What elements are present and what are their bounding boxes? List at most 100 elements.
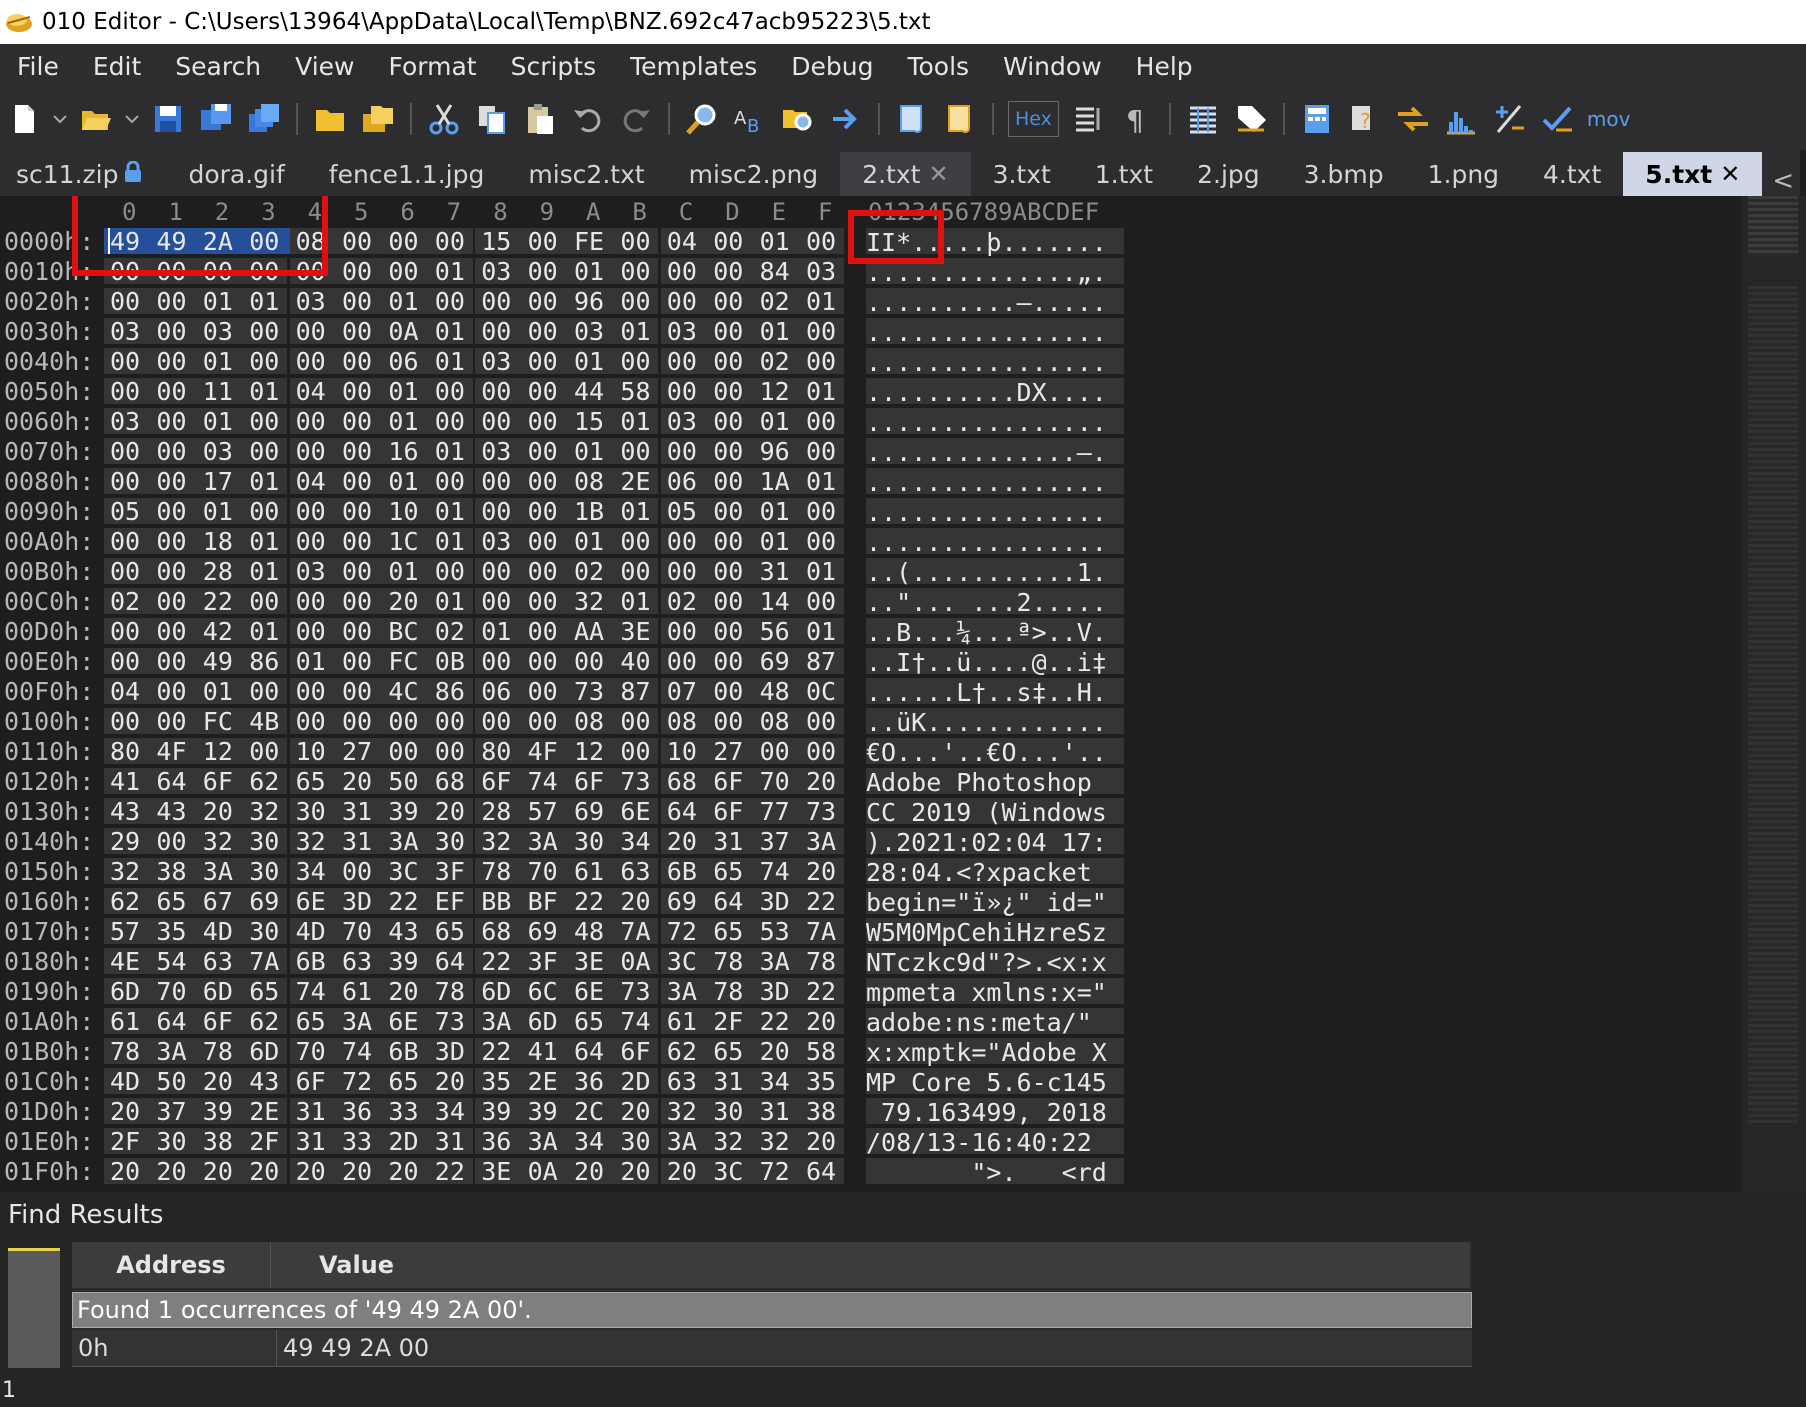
hex-byte[interactable]: 30 bbox=[435, 827, 465, 856]
hex-byte[interactable]: 3E bbox=[620, 617, 650, 646]
hex-byte[interactable]: 20 bbox=[760, 1037, 790, 1066]
hex-byte[interactable]: 61 bbox=[110, 1007, 140, 1036]
hex-byte[interactable]: 00 bbox=[156, 497, 186, 526]
hex-byte[interactable]: 00 bbox=[110, 377, 140, 406]
hex-byte[interactable]: 01 bbox=[296, 647, 326, 676]
minimap[interactable] bbox=[1742, 196, 1806, 1192]
hex-byte[interactable]: 22 bbox=[435, 1157, 465, 1186]
hex-byte[interactable]: 53 bbox=[760, 917, 790, 946]
hex-byte[interactable]: 30 bbox=[713, 1097, 743, 1126]
hex-byte[interactable]: 00 bbox=[435, 227, 465, 256]
ascii-text[interactable]: MP Core 5.6-c145 bbox=[866, 1068, 1124, 1097]
hex-row[interactable]: 0190h: 6D 70 6D 65 74 61 20 78 6D 6C 6E 73 3A 78 3D 22 mp… bbox=[0, 976, 1742, 1007]
hex-byte[interactable]: 01 bbox=[481, 617, 511, 646]
hex-byte[interactable]: 73 bbox=[574, 677, 604, 706]
hex-row[interactable]: 0030h: 03 00 03 00 00 00 0A 01 00 00 03 01 03 00 01 00..… bbox=[0, 316, 1742, 347]
hex-byte[interactable]: 35 bbox=[156, 917, 186, 946]
hex-byte[interactable]: 00 bbox=[667, 377, 697, 406]
hex-byte[interactable]: 3A bbox=[528, 827, 558, 856]
hex-byte[interactable]: 20 bbox=[620, 887, 650, 916]
hex-byte[interactable]: 7A bbox=[249, 947, 279, 976]
hex-byte[interactable]: 73 bbox=[620, 767, 650, 796]
close-icon[interactable]: ✕ bbox=[928, 160, 948, 188]
hex-byte[interactable]: 03 bbox=[481, 347, 511, 376]
hex-byte[interactable]: 06 bbox=[388, 347, 418, 376]
hex-byte[interactable]: 01 bbox=[760, 227, 790, 256]
hex-byte[interactable]: 70 bbox=[760, 767, 790, 796]
hex-byte[interactable]: 32 bbox=[296, 827, 326, 856]
hex-byte[interactable]: 02 bbox=[667, 587, 697, 616]
hex-byte[interactable]: 00 bbox=[342, 617, 372, 646]
hex-row[interactable]: 0170h: 57 35 4D 30 4D 70 43 65 68 69 48 7A 72 65 53 7A W5… bbox=[0, 916, 1742, 947]
hex-byte[interactable]: 00 bbox=[713, 677, 743, 706]
hex-byte[interactable]: 00 bbox=[342, 707, 372, 736]
hex-byte[interactable]: 7A bbox=[620, 917, 650, 946]
hex-byte[interactable]: 00 bbox=[296, 527, 326, 556]
hex-byte[interactable]: 6F bbox=[574, 767, 604, 796]
hex-byte[interactable]: 20 bbox=[806, 1007, 836, 1036]
hex-byte[interactable]: 3A bbox=[528, 1127, 558, 1156]
hex-byte[interactable]: 01 bbox=[388, 287, 418, 316]
hex-byte[interactable]: 20 bbox=[342, 1157, 372, 1186]
hex-byte[interactable]: 08 bbox=[574, 707, 604, 736]
hex-byte[interactable]: 28 bbox=[481, 797, 511, 826]
hex-mode-button[interactable]: Hex bbox=[1008, 101, 1059, 137]
hex-byte[interactable]: 69 bbox=[574, 797, 604, 826]
hex-row[interactable]: 00A0h: 00 00 18 01 00 00 1C 01 03 00 01 00 00 00 01 00..… bbox=[0, 526, 1742, 557]
hex-byte[interactable]: 31 bbox=[342, 827, 372, 856]
hex-byte[interactable]: 32 bbox=[249, 797, 279, 826]
hex-byte[interactable]: 00 bbox=[667, 617, 697, 646]
hex-byte[interactable]: 05 bbox=[667, 497, 697, 526]
hex-byte[interactable]: 4B bbox=[249, 707, 279, 736]
hex-byte[interactable]: 10 bbox=[388, 497, 418, 526]
hex-byte[interactable]: 00 bbox=[528, 257, 558, 286]
hex-row[interactable]: 00C0h: 02 00 22 00 00 00 20 01 00 00 32 01 02 00 14 00..… bbox=[0, 586, 1742, 617]
tab-2-jpg[interactable]: 2.jpg bbox=[1175, 152, 1282, 196]
hex-byte[interactable]: 00 bbox=[667, 437, 697, 466]
bookmark-button[interactable] bbox=[1231, 99, 1271, 139]
show-whitespace-button[interactable]: ¶ bbox=[1117, 99, 1157, 139]
hex-byte[interactable]: 30 bbox=[249, 857, 279, 886]
hex-byte[interactable]: 20 bbox=[435, 1067, 465, 1096]
hex-byte[interactable]: 00 bbox=[760, 737, 790, 766]
hex-byte[interactable]: 00 bbox=[481, 587, 511, 616]
hex-byte[interactable]: 20 bbox=[620, 1097, 650, 1126]
open-folder-button[interactable] bbox=[310, 99, 350, 139]
hex-byte[interactable]: 32 bbox=[481, 827, 511, 856]
hex-byte[interactable]: 31 bbox=[760, 557, 790, 586]
ascii-text[interactable]: 28:04.<?xpacket bbox=[866, 858, 1124, 887]
hex-byte[interactable]: 62 bbox=[667, 1037, 697, 1066]
hex-row[interactable]: 0080h: 00 00 17 01 04 00 01 00 00 00 08 2E 06 00 1A 01..… bbox=[0, 466, 1742, 497]
ascii-text[interactable]: ................ bbox=[866, 498, 1124, 527]
hex-byte[interactable]: 00 bbox=[806, 527, 836, 556]
hex-byte[interactable]: 01 bbox=[203, 407, 233, 436]
hex-byte[interactable]: 3D bbox=[342, 887, 372, 916]
hex-byte[interactable]: 3E bbox=[574, 947, 604, 976]
hex-byte[interactable]: 00 bbox=[156, 587, 186, 616]
hex-byte[interactable]: 65 bbox=[713, 857, 743, 886]
hex-byte[interactable]: 00 bbox=[806, 407, 836, 436]
hex-byte[interactable]: 6F bbox=[713, 767, 743, 796]
check-button[interactable] bbox=[1537, 99, 1577, 139]
hex-byte[interactable]: 00 bbox=[110, 707, 140, 736]
hex-byte[interactable]: 01 bbox=[203, 677, 233, 706]
hex-byte[interactable]: 61 bbox=[574, 857, 604, 886]
hex-byte[interactable]: 00 bbox=[528, 467, 558, 496]
hex-byte[interactable]: 00 bbox=[342, 287, 372, 316]
hex-byte[interactable]: 08 bbox=[574, 467, 604, 496]
hex-byte[interactable]: 4E bbox=[110, 947, 140, 976]
hex-byte[interactable]: 68 bbox=[667, 767, 697, 796]
hex-byte[interactable]: 00 bbox=[481, 287, 511, 316]
hex-byte[interactable]: 74 bbox=[528, 767, 558, 796]
hex-byte[interactable]: 77 bbox=[760, 797, 790, 826]
ascii-text[interactable]: /08/13-16:40:22 bbox=[866, 1128, 1124, 1157]
hex-byte[interactable]: 18 bbox=[203, 527, 233, 556]
hex-byte[interactable]: 01 bbox=[760, 407, 790, 436]
hex-byte[interactable]: 01 bbox=[574, 347, 604, 376]
hex-byte[interactable]: 4C bbox=[388, 677, 418, 706]
hex-byte[interactable]: 01 bbox=[435, 257, 465, 286]
hex-byte[interactable]: 00 bbox=[296, 497, 326, 526]
hex-byte[interactable]: 74 bbox=[342, 1037, 372, 1066]
hex-byte[interactable]: 34 bbox=[620, 827, 650, 856]
hex-byte[interactable]: 50 bbox=[388, 767, 418, 796]
